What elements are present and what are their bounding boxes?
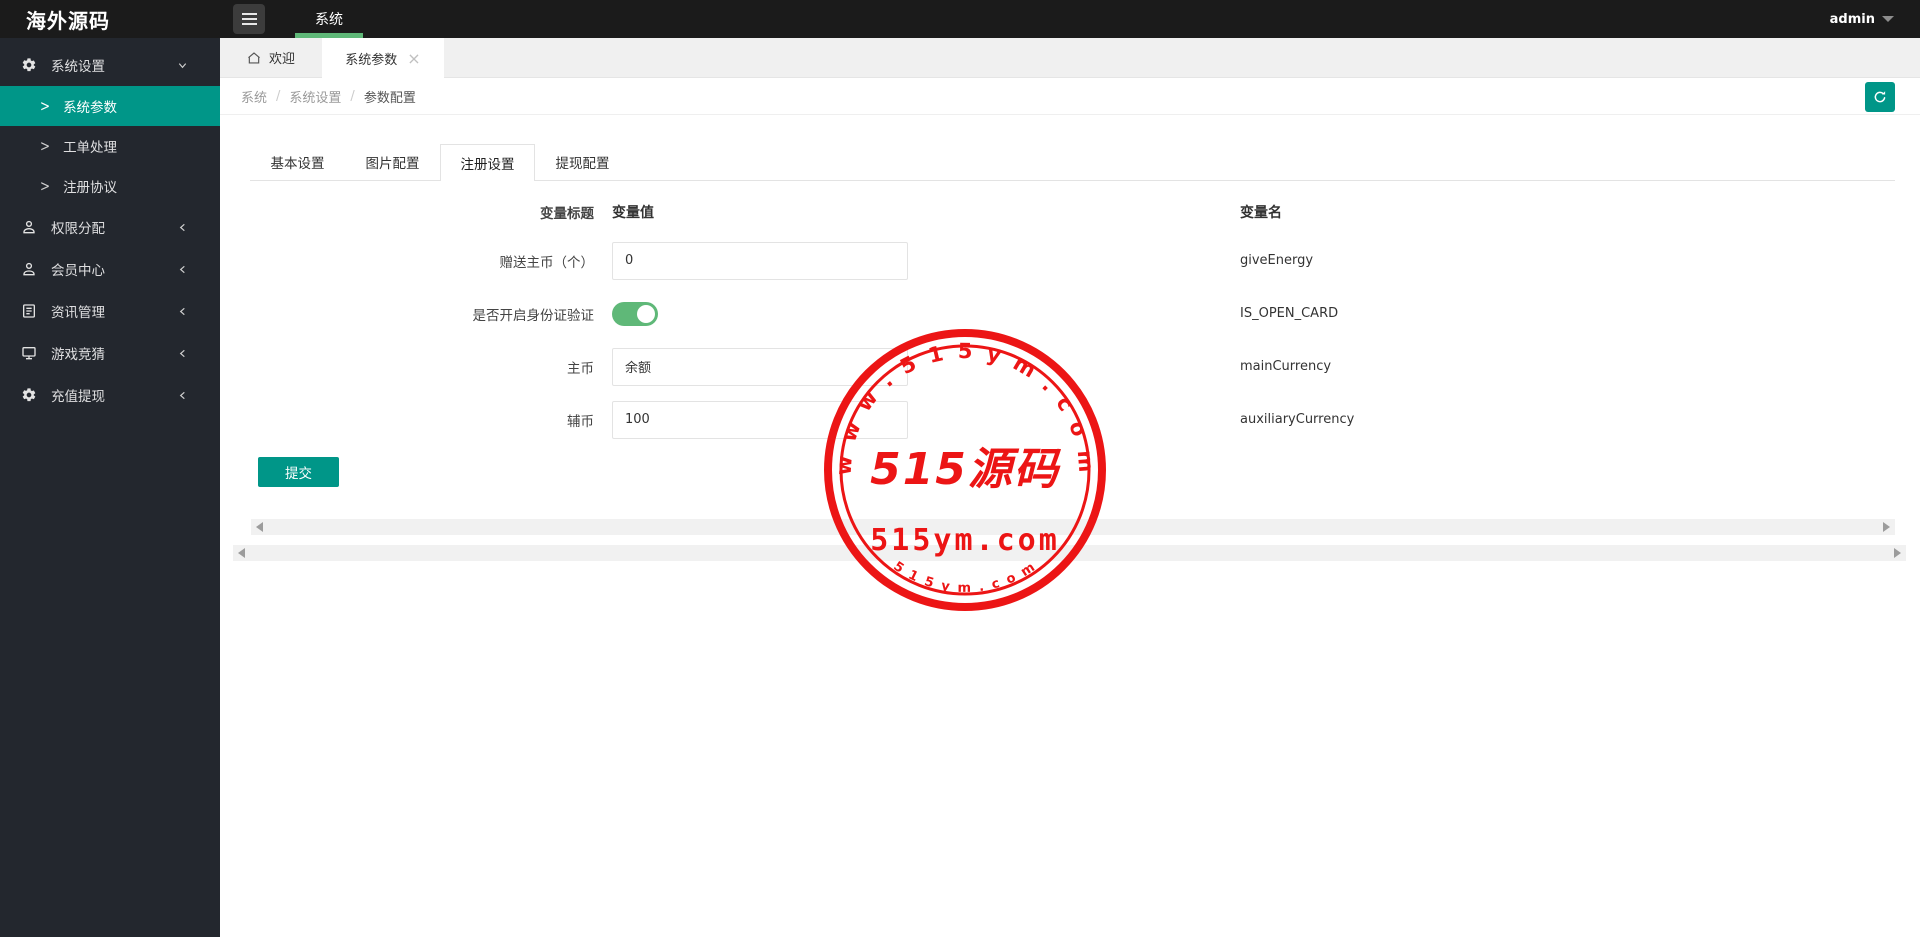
column-header-title: 变量标题 xyxy=(540,206,594,222)
sidebar-item-recharge-withdraw[interactable]: 充值提现 xyxy=(0,374,220,416)
params-table: 变量标题 变量值 变量名 赠送主币（个） giveEnergy 是否开启身份证验… xyxy=(250,190,1354,446)
field-label: 是否开启身份证验证 xyxy=(472,307,595,324)
sidebar-item-label: 充值提现 xyxy=(51,389,105,405)
breadcrumb-separator: / xyxy=(350,89,355,104)
sidebar-item-game-betting[interactable]: 游戏竞猜 xyxy=(0,332,220,374)
breadcrumb-item: 系统 xyxy=(241,91,268,106)
home-icon xyxy=(248,51,260,64)
user-menu[interactable]: admin xyxy=(1830,12,1894,27)
refresh-button[interactable] xyxy=(1865,82,1895,112)
column-header-name: 变量名 xyxy=(1240,205,1282,221)
submit-button[interactable]: 提交 xyxy=(258,457,339,487)
user-badge-icon xyxy=(20,219,37,236)
sidebar-item-register-agreement[interactable]: > 注册协议 xyxy=(0,166,220,206)
app-logo: 海外源码 xyxy=(26,8,110,33)
tab-label: 欢迎 xyxy=(268,52,295,67)
chevron-right-icon: > xyxy=(40,97,51,115)
scroll-left-arrow[interactable] xyxy=(238,548,245,558)
breadcrumb-bar: 系统 / 系统设置 / 参数配置 xyxy=(220,79,1920,115)
breadcrumb-current: 参数配置 xyxy=(363,91,416,106)
caret-down-icon xyxy=(1882,16,1894,22)
sidebar-item-work-orders[interactable]: > 工单处理 xyxy=(0,126,220,166)
scroll-left-arrow[interactable] xyxy=(256,522,263,532)
user-icon xyxy=(20,261,37,278)
field-cell xyxy=(600,393,1240,446)
field-cell xyxy=(600,340,1240,393)
tab-basic-settings[interactable]: 基本设置 xyxy=(250,144,345,180)
sidebar-item-label: 系统参数 xyxy=(63,100,118,116)
sidebar-item-label: 注册协议 xyxy=(63,180,118,196)
variable-name: IS_OPEN_CARD xyxy=(1240,306,1339,321)
sidebar-item-label: 工单处理 xyxy=(63,140,118,156)
sidebar-group-system-settings[interactable]: 系统设置 xyxy=(0,44,220,86)
main-content: 基本设置 图片配置 注册设置 提现配置 变量标题 变量值 变量名 赠送主币（个）… xyxy=(220,116,1920,937)
chevron-left-icon xyxy=(177,348,188,359)
main-currency-input[interactable] xyxy=(612,347,908,386)
field-label: 辅币 xyxy=(567,413,594,430)
chevron-left-icon xyxy=(177,390,188,401)
sidebar-item-label: 权限分配 xyxy=(51,221,105,237)
monitor-icon xyxy=(20,345,37,362)
gear-icon xyxy=(20,387,37,404)
field-label: 赠送主币（个） xyxy=(499,254,595,271)
variable-name: auxiliaryCurrency xyxy=(1240,412,1355,427)
chevron-left-icon xyxy=(177,306,188,317)
username: admin xyxy=(1829,11,1875,27)
sidebar-item-label: 游戏竞猜 xyxy=(51,347,105,363)
field-label: 主币 xyxy=(567,360,594,377)
breadcrumb-separator: / xyxy=(276,89,281,104)
column-header-value: 变量值 xyxy=(612,205,654,221)
field-cell xyxy=(600,287,1240,340)
tab-withdraw-config[interactable]: 提现配置 xyxy=(535,144,630,180)
sidebar-group-label: 系统设置 xyxy=(51,59,105,75)
inner-horizontal-scrollbar[interactable] xyxy=(251,519,1895,535)
tab-label: 系统参数 xyxy=(345,53,398,68)
chevron-left-icon xyxy=(177,222,188,233)
sidebar-item-member-center[interactable]: 会员中心 xyxy=(0,248,220,290)
sidebar-item-label: 资讯管理 xyxy=(51,305,105,321)
gear-icon xyxy=(20,57,37,74)
variable-name: giveEnergy xyxy=(1240,253,1314,268)
sidebar: 系统设置 > 系统参数 > 工单处理 > 注册协议 权限分配 会员中心 资讯管理… xyxy=(0,38,220,937)
page-tabstrip: 欢迎 系统参数 × xyxy=(220,38,1920,79)
tab-image-config[interactable]: 图片配置 xyxy=(345,144,440,180)
chevron-down-icon xyxy=(177,60,188,71)
refresh-icon xyxy=(1874,91,1886,103)
variable-name: mainCurrency xyxy=(1240,359,1332,374)
admin-page: 海外源码 系统 admin 系统设置 > 系统参数 > 工单处理 > 注册协议 … xyxy=(0,0,1920,937)
topnav-tab-system[interactable]: 系统 xyxy=(289,0,369,38)
field-cell xyxy=(600,234,1240,287)
settings-tabbar: 基本设置 图片配置 注册设置 提现配置 xyxy=(250,144,1895,181)
sidebar-item-system-params[interactable]: > 系统参数 xyxy=(0,86,220,126)
scroll-right-arrow[interactable] xyxy=(1894,548,1901,558)
scroll-right-arrow[interactable] xyxy=(1883,522,1890,532)
page-horizontal-scrollbar[interactable] xyxy=(233,545,1906,561)
sidebar-item-permissions[interactable]: 权限分配 xyxy=(0,206,220,248)
topbar: 海外源码 系统 admin xyxy=(0,0,1920,38)
chevron-left-icon xyxy=(177,264,188,275)
give-energy-input[interactable] xyxy=(612,241,908,280)
breadcrumb-item: 系统设置 xyxy=(289,91,342,106)
hamburger-icon xyxy=(241,13,257,25)
tab-system-params[interactable]: 系统参数 × xyxy=(322,38,444,79)
sidebar-item-news-management[interactable]: 资讯管理 xyxy=(0,290,220,332)
identity-verification-toggle[interactable] xyxy=(612,301,658,326)
chevron-right-icon: > xyxy=(40,177,51,195)
news-icon xyxy=(20,303,37,320)
close-icon[interactable]: × xyxy=(407,50,420,67)
sidebar-toggle-button[interactable] xyxy=(233,4,265,34)
tab-welcome[interactable]: 欢迎 xyxy=(220,38,322,77)
tab-register-settings[interactable]: 注册设置 xyxy=(440,144,535,181)
auxiliary-currency-input[interactable] xyxy=(612,400,908,439)
sidebar-item-label: 会员中心 xyxy=(51,263,105,279)
chevron-right-icon: > xyxy=(40,137,51,155)
